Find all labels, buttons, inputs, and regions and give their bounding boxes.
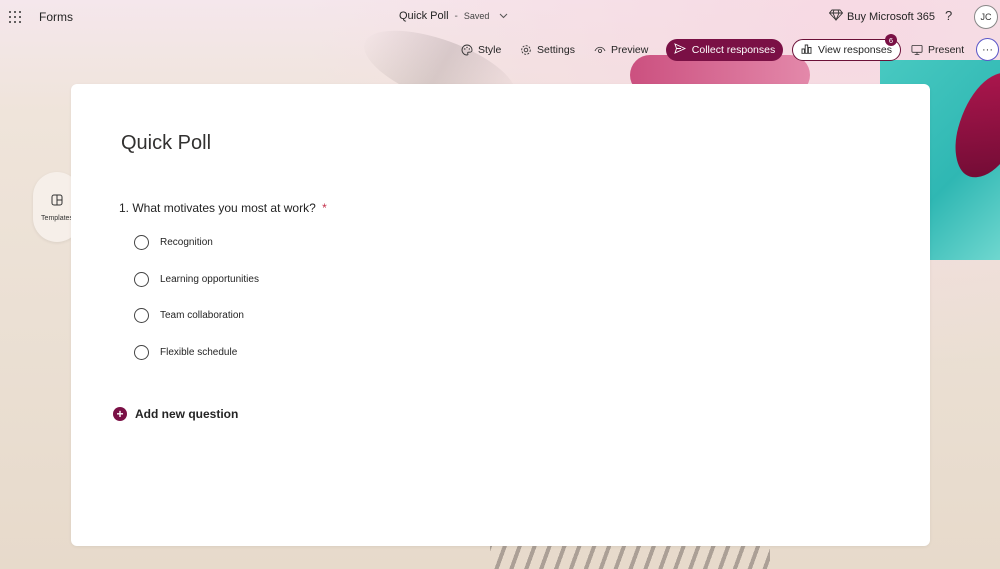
option-learning-opportunities[interactable]: Learning opportunities (134, 272, 259, 287)
present-label: Present (928, 44, 965, 56)
diamond-icon (828, 9, 844, 24)
option-label: Flexible schedule (160, 347, 238, 358)
more-options-button[interactable]: ··· (976, 38, 999, 61)
buy-label: Buy Microsoft 365 (847, 10, 936, 23)
form-card: Quick Poll 1. What motivates you most at… (71, 84, 930, 546)
option-label: Team collaboration (160, 310, 244, 321)
add-question-label: Add new question (135, 407, 239, 421)
radio-button[interactable] (134, 308, 149, 323)
add-new-question-button[interactable]: + Add new question (113, 407, 238, 421)
gear-icon (520, 44, 532, 56)
app-launcher-icon[interactable] (9, 11, 21, 23)
collect-label: Collect responses (691, 44, 776, 56)
preview-label: Preview (611, 44, 649, 56)
plus-icon: + (113, 407, 127, 421)
radio-button[interactable] (134, 272, 149, 287)
style-button[interactable]: Style (461, 38, 501, 62)
settings-label: Settings (537, 44, 575, 56)
question-title[interactable]: 1. What motivates you most at work? * (119, 201, 327, 215)
bar-chart-icon (801, 43, 812, 57)
templates-icon (51, 193, 63, 211)
radio-button[interactable] (134, 345, 149, 360)
option-flexible-schedule[interactable]: Flexible schedule (134, 345, 237, 360)
chevron-down-icon (499, 11, 508, 21)
palette-icon (461, 44, 473, 56)
radio-button[interactable] (134, 235, 149, 250)
top-bar: Forms Quick Poll - Saved Buy Microsoft 3… (0, 0, 1000, 34)
question-number: 1. (119, 201, 130, 215)
style-label: Style (478, 44, 502, 56)
eye-icon (594, 44, 606, 56)
option-team-collaboration[interactable]: Team collaboration (134, 308, 244, 323)
preview-button[interactable]: Preview (594, 38, 648, 62)
option-label: Learning opportunities (160, 274, 259, 285)
save-status: Saved (463, 11, 490, 21)
option-label: Recognition (160, 237, 213, 248)
buy-microsoft-365-button[interactable]: Buy Microsoft 365 (828, 9, 936, 24)
question-text: What motivates you most at work? (132, 201, 316, 215)
monitor-icon (911, 44, 923, 56)
document-title-menu[interactable]: Quick Poll - Saved (399, 10, 508, 22)
help-icon[interactable]: ? (945, 8, 952, 23)
view-label: View responses (818, 44, 892, 56)
document-title: Quick Poll (399, 10, 449, 22)
responses-count-badge: 6 (885, 34, 897, 46)
present-button[interactable]: Present (911, 38, 964, 62)
templates-label: Templates (41, 214, 73, 222)
avatar[interactable]: JC (974, 5, 998, 29)
collect-responses-button[interactable]: Collect responses (666, 39, 783, 61)
title-separator: - (454, 10, 458, 22)
settings-button[interactable]: Settings (520, 38, 575, 62)
option-recognition[interactable]: Recognition (134, 235, 213, 250)
form-title[interactable]: Quick Poll (121, 132, 211, 155)
send-icon (674, 43, 686, 57)
app-name[interactable]: Forms (39, 10, 73, 24)
required-mark: * (322, 201, 327, 215)
